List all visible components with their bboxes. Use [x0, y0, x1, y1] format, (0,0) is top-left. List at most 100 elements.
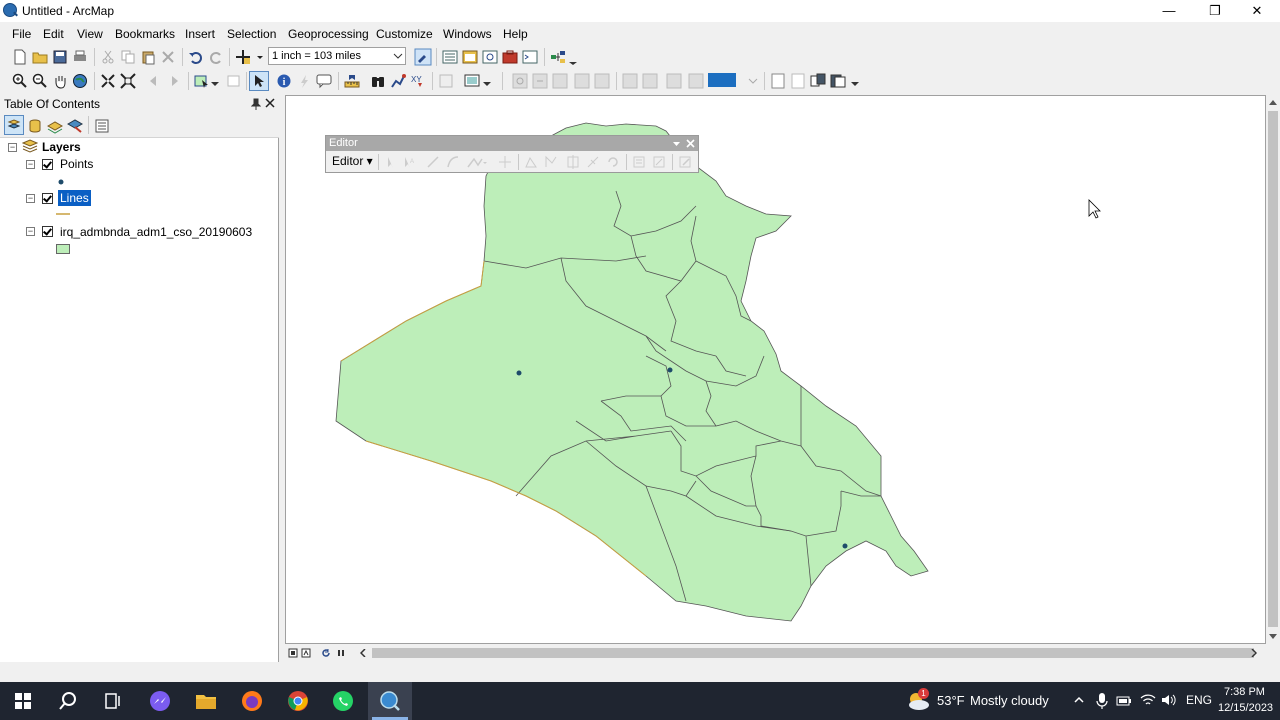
scroll-left-icon[interactable] — [360, 649, 366, 657]
layer-points-label[interactable]: Points — [60, 157, 93, 171]
select-dropdown-icon[interactable] — [210, 79, 220, 89]
map-display[interactable] — [285, 95, 1266, 644]
close-icon[interactable] — [265, 98, 275, 108]
menu-bookmarks[interactable]: Bookmarks — [115, 27, 175, 41]
horizontal-scroll-thumb[interactable] — [372, 648, 1254, 658]
sketch-properties-icon[interactable] — [652, 155, 666, 169]
list-by-drawing-order-tab[interactable] — [4, 115, 24, 135]
iraq-boundary-polygon[interactable] — [335, 122, 929, 622]
previous-extent-layout-icon[interactable] — [666, 73, 682, 89]
weather-temperature[interactable]: 53°F — [937, 693, 965, 708]
messenger-icon[interactable] — [149, 690, 171, 712]
edit-annotation-icon[interactable]: A — [402, 155, 416, 169]
zoom-100-icon[interactable] — [594, 73, 610, 89]
whatsapp-icon[interactable] — [332, 690, 354, 712]
menu-selection[interactable]: Selection — [227, 27, 276, 41]
firefox-icon[interactable] — [241, 690, 263, 712]
delete-icon[interactable] — [160, 49, 176, 65]
toc-options-icon[interactable] — [94, 118, 110, 134]
points-visibility-checkbox[interactable] — [42, 159, 53, 170]
clock-date[interactable]: 12/15/2023 — [1218, 702, 1273, 714]
scroll-right-icon[interactable] — [1251, 649, 1257, 657]
open-folder-icon[interactable] — [32, 49, 48, 65]
menu-insert[interactable]: Insert — [185, 27, 215, 41]
dropdown-arrow-icon[interactable] — [252, 49, 268, 65]
chevron-down-icon[interactable] — [748, 77, 758, 85]
fixed-zoom-out-layout-icon[interactable] — [642, 73, 658, 89]
split-tool-icon[interactable] — [586, 155, 600, 169]
arctoolbox-icon[interactable] — [502, 49, 518, 65]
go-to-xy-icon[interactable]: XY — [410, 73, 426, 89]
volume-icon[interactable] — [1161, 693, 1177, 707]
save-icon[interactable] — [52, 49, 68, 65]
create-viewer-icon[interactable] — [464, 73, 480, 89]
layout-zoom-in-icon[interactable] — [512, 73, 528, 89]
menu-file[interactable]: File — [12, 27, 31, 41]
layout-zoom-out-icon[interactable] — [532, 73, 548, 89]
menu-customize[interactable]: Customize — [376, 27, 433, 41]
iraq-admin-map[interactable] — [286, 96, 1265, 643]
microphone-icon[interactable] — [1096, 692, 1108, 710]
menu-windows[interactable]: Windows — [443, 27, 492, 41]
zoom-in-icon[interactable] — [12, 73, 28, 89]
close-button[interactable]: ✕ — [1234, 0, 1280, 22]
chrome-icon[interactable] — [287, 690, 309, 712]
edit-tool-icon[interactable] — [384, 155, 398, 169]
map-vertical-scrollbar[interactable] — [1266, 95, 1280, 644]
input-language-indicator[interactable]: ENG — [1186, 693, 1212, 707]
pan-hand-icon[interactable] — [52, 73, 68, 89]
full-extent-icon[interactable] — [72, 73, 88, 89]
points-collapse-toggle[interactable]: − — [26, 160, 35, 169]
minimize-button[interactable]: — — [1146, 0, 1192, 22]
copy-icon[interactable] — [120, 49, 136, 65]
go-back-icon[interactable] — [146, 73, 162, 89]
editor-menu-button[interactable]: Editor ▾ — [332, 154, 373, 168]
reshape-feature-icon[interactable] — [544, 155, 558, 169]
tools-options-icon[interactable] — [482, 79, 492, 89]
admin-boundary-visibility-checkbox[interactable] — [42, 226, 53, 237]
menu-help[interactable]: Help — [503, 27, 528, 41]
hyperlink-icon[interactable] — [296, 73, 312, 89]
map-scale-dropdown[interactable]: 1 inch = 103 miles — [268, 47, 406, 65]
catalog-icon[interactable] — [462, 49, 478, 65]
editor-title-bar[interactable]: Editor — [326, 136, 698, 151]
list-by-source-icon[interactable] — [27, 118, 43, 134]
identify-icon[interactable]: i — [276, 73, 292, 89]
layout-view-icon[interactable] — [288, 648, 298, 658]
lines-visibility-checkbox[interactable] — [42, 193, 53, 204]
edit-vertices-icon[interactable] — [524, 155, 538, 169]
arcmap-taskbar-button[interactable] — [368, 682, 412, 720]
time-slider-icon[interactable] — [438, 73, 454, 89]
modelbuilder-icon[interactable] — [550, 49, 566, 65]
wifi-icon[interactable] — [1140, 693, 1156, 707]
create-features-icon[interactable] — [678, 155, 692, 169]
file-explorer-icon[interactable] — [195, 690, 217, 712]
paste-icon[interactable] — [140, 49, 156, 65]
straight-segment-icon[interactable] — [426, 155, 440, 169]
lines-collapse-toggle[interactable]: − — [26, 194, 35, 203]
menu-edit[interactable]: Edit — [43, 27, 64, 41]
next-extent-layout-icon[interactable] — [688, 73, 704, 89]
trace-tool-icon[interactable] — [466, 155, 488, 169]
attributes-icon[interactable] — [632, 155, 646, 169]
admin-boundary-collapse-toggle[interactable]: − — [26, 227, 35, 236]
new-document-icon[interactable] — [12, 49, 28, 65]
refresh-icon[interactable] — [321, 648, 331, 658]
python-window-icon[interactable] — [522, 49, 538, 65]
print-icon[interactable] — [72, 49, 88, 65]
fixed-zoom-out-icon[interactable] — [120, 73, 136, 89]
scroll-up-icon[interactable] — [1269, 99, 1277, 105]
layers-root-label[interactable]: Layers — [42, 140, 81, 154]
zoom-percent-box[interactable] — [708, 73, 736, 87]
point-feature-basra[interactable] — [842, 543, 848, 549]
restore-button[interactable]: ❐ — [1192, 0, 1238, 22]
rotate-tool-icon[interactable] — [606, 155, 620, 169]
windows-start-icon[interactable] — [12, 690, 34, 712]
select-elements-tool[interactable] — [249, 71, 269, 91]
redo-icon[interactable] — [208, 49, 224, 65]
toggle-draft-mode-icon[interactable] — [770, 73, 786, 89]
vertical-scroll-thumb[interactable] — [1268, 111, 1278, 627]
layout-pan-icon[interactable] — [552, 73, 568, 89]
point-feature-baghdad[interactable] — [667, 367, 673, 373]
end-point-arc-icon[interactable] — [446, 155, 460, 169]
